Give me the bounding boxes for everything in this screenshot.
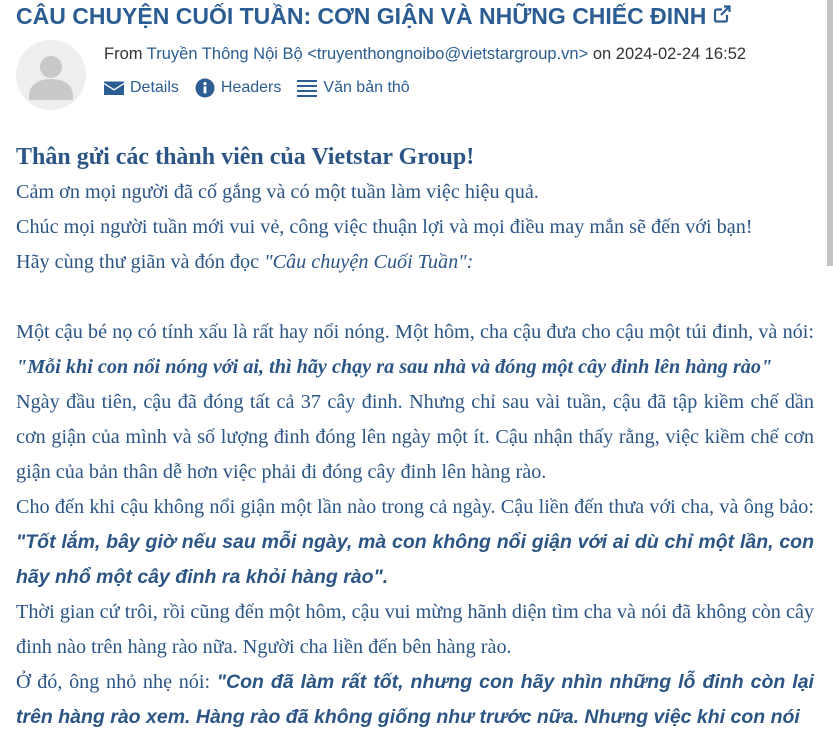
message-body: Thân gửi các thành viên của Vietstar Gro… — [16, 139, 814, 735]
lines-icon — [297, 80, 318, 97]
subject-text: CÂU CHUYỆN CUỐI TUẦN: CƠN GIẬN VÀ NHỮNG … — [16, 3, 707, 29]
headers-label: Headers — [220, 79, 282, 96]
p5-text: Ở đó, ông nhỏ nhẹ nói: — [16, 671, 217, 693]
story-paragraph-2: Ngày đầu tiên, cậu đã đóng tất cả 37 cây… — [16, 391, 814, 483]
email-subject: CÂU CHUYỆN CUỐI TUẦN: CƠN GIẬN VÀ NHỮNG … — [16, 1, 732, 31]
story-paragraph-4: Thời gian cứ trôi, rồi cũng đến một hôm,… — [16, 601, 814, 658]
story-paragraph-3: Cho đến khi cậu không nổi giận một lần n… — [16, 490, 814, 595]
body-line-invite: Hãy cùng thư giãn và đón đọc "Câu chuyện… — [16, 245, 814, 280]
email-date: 2024-02-24 16:52 — [615, 45, 747, 63]
external-link-icon[interactable] — [712, 1, 732, 31]
message-actions: Details Headers Văn bản thô — [104, 78, 426, 98]
sender-line: From Truyền Thông Nội Bộ <truyenthongnoi… — [104, 45, 746, 64]
story-paragraph-1: Một cậu bé nọ có tính xấu là rất hay nổi… — [16, 315, 814, 385]
body-line-wishes: Chúc mọi người tuần mới vui vẻ, công việ… — [16, 216, 753, 238]
story-paragraph-5: Ở đó, ông nhỏ nhẹ nói: "Con đã làm rất t… — [16, 665, 814, 735]
invite-text: Hãy cùng thư giãn và đón đọc — [16, 251, 265, 273]
raw-text-label: Văn bản thô — [323, 79, 410, 96]
on-label: on — [588, 45, 616, 63]
body-line-thanks: Cảm ơn mọi người đã cố gắng và có một tu… — [16, 181, 539, 203]
from-label: From — [104, 45, 147, 63]
details-button[interactable]: Details — [104, 79, 179, 97]
story-title: "Câu chuyện Cuối Tuần": — [264, 251, 474, 273]
sender-link[interactable]: Truyền Thông Nội Bộ <truyenthongnoibo@vi… — [147, 45, 588, 63]
info-icon — [195, 78, 215, 98]
raw-text-button[interactable]: Văn bản thô — [297, 79, 410, 97]
p3-end: . — [382, 566, 389, 588]
envelope-icon — [104, 81, 124, 95]
scrollbar-thumb[interactable] — [827, 0, 833, 266]
p1-text: Một cậu bé nọ có tính xấu là rất hay nổi… — [16, 321, 814, 343]
p3-text: Cho đến khi cậu không nổi giận một lần n… — [16, 496, 814, 518]
greeting: Thân gửi các thành viên của Vietstar Gro… — [16, 144, 475, 170]
p3-quote: "Tốt lắm, bây giờ nếu sau mỗi ngày, mà c… — [16, 531, 814, 588]
avatar — [16, 40, 86, 110]
user-silhouette-icon — [29, 56, 73, 100]
headers-button[interactable]: Headers — [195, 78, 281, 98]
p1-quote: "Mỗi khi con nổi nóng với ai, thì hãy ch… — [16, 356, 773, 378]
details-label: Details — [130, 79, 179, 96]
